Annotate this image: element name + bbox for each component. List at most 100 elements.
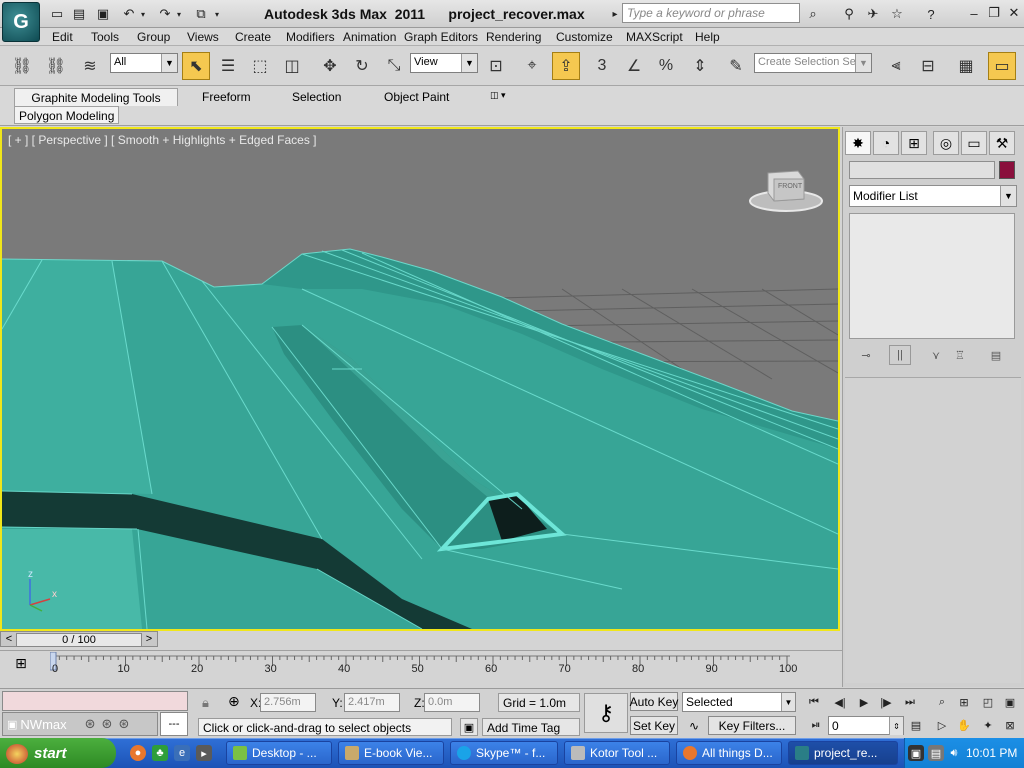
menu-help[interactable]: Help: [695, 30, 720, 44]
graphite-ribbon-toggle-icon[interactable]: ▭: [988, 52, 1016, 80]
remove-modifier-icon[interactable]: ♖: [949, 345, 971, 365]
infocenter-search-input[interactable]: Type a keyword or phrase: [622, 3, 800, 23]
y-coordinate-field[interactable]: 2.417m: [344, 693, 400, 712]
absolute-transform-mode-icon[interactable]: ⊕: [228, 693, 240, 710]
new-file-icon[interactable]: ▭: [48, 5, 66, 23]
taskbar-item-kotor-tool[interactable]: Kotor Tool ...: [564, 741, 670, 765]
object-name-field[interactable]: [849, 161, 995, 179]
ribbon-options-dropdown-icon[interactable]: ◫ ▾: [484, 88, 512, 106]
next-frame-icon[interactable]: >: [142, 631, 156, 647]
x-coordinate-field[interactable]: 2.756m: [260, 693, 316, 712]
make-unique-icon[interactable]: ⋎: [925, 345, 947, 365]
zoom-all-icon[interactable]: ⊞: [954, 693, 974, 711]
spinner-snap-icon[interactable]: ⇕: [686, 52, 714, 80]
viewport-label-menu[interactable]: [ + ] [ Perspective ] [ Smooth + Highlig…: [8, 133, 317, 147]
percent-snap-icon[interactable]: %: [652, 52, 680, 80]
project-folder-icon[interactable]: ⧉: [192, 5, 210, 23]
layer-manager-icon[interactable]: ▦: [952, 52, 980, 80]
menu-rendering[interactable]: Rendering: [486, 30, 541, 44]
play-icon[interactable]: ▶: [854, 693, 874, 711]
redo-dropdown-icon[interactable]: ▾: [174, 5, 184, 23]
menu-modifiers[interactable]: Modifiers: [286, 30, 335, 44]
taskbar-item-desktop[interactable]: Desktop - ...: [226, 741, 332, 765]
taskbar-item-firefox[interactable]: All things D...: [676, 741, 782, 765]
set-key-mode-key-icon[interactable]: ⚷: [584, 693, 628, 733]
select-and-manipulate-icon[interactable]: ⌖: [518, 52, 546, 80]
project-dropdown-icon[interactable]: ▾: [212, 5, 222, 23]
zoom-extents-icon[interactable]: ◰: [978, 693, 998, 711]
select-object-icon[interactable]: ⬉: [182, 52, 210, 80]
media-quicklaunch-icon[interactable]: ▸: [196, 745, 212, 761]
set-key-button[interactable]: Set Key: [630, 716, 678, 735]
ie-quicklaunch-icon[interactable]: e: [174, 745, 190, 761]
pin-stack-icon[interactable]: ⊸: [855, 345, 877, 365]
open-mini-curve-editor-icon[interactable]: ⊞: [10, 654, 32, 672]
menu-animation[interactable]: Animation: [343, 30, 396, 44]
select-and-scale-icon[interactable]: ⤡: [380, 52, 408, 80]
menu-edit[interactable]: Edit: [52, 30, 73, 44]
tab-selection[interactable]: Selection: [286, 88, 347, 106]
taskbar-item-3ds-max[interactable]: project_re...: [788, 741, 898, 765]
create-tab-icon[interactable]: ✸: [845, 131, 871, 155]
reference-coordinate-dropdown[interactable]: View ▼: [410, 53, 478, 73]
bind-to-space-warp-icon[interactable]: ≋: [76, 52, 104, 80]
utilities-tab-icon[interactable]: ⚒: [989, 131, 1015, 155]
taskbar-item-skype[interactable]: Skype™ - f...: [450, 741, 558, 765]
previous-key-icon[interactable]: ◀|: [830, 693, 850, 711]
perspective-viewport[interactable]: [ + ] [ Perspective ] [ Smooth + Highlig…: [0, 127, 840, 631]
select-by-name-icon[interactable]: ☰: [214, 52, 242, 80]
time-configuration-icon[interactable]: ▤: [906, 716, 926, 734]
current-frame-spinner[interactable]: 0 ⇕: [828, 716, 904, 735]
tray-app-icon[interactable]: ▣: [908, 745, 924, 761]
time-tag-icon[interactable]: ▣: [460, 718, 478, 736]
menu-group[interactable]: Group: [137, 30, 170, 44]
help-icon[interactable]: ?: [922, 5, 940, 23]
auto-key-button[interactable]: Auto Key: [630, 692, 678, 711]
named-selection-sets-input[interactable]: Create Selection Se ▼: [754, 53, 872, 73]
configure-modifier-sets-icon[interactable]: ▤: [985, 345, 1007, 365]
modifier-list-dropdown[interactable]: Modifier List ▼: [849, 185, 1017, 207]
clover-quicklaunch-icon[interactable]: ♣: [152, 745, 168, 761]
previous-frame-icon[interactable]: <: [2, 631, 16, 647]
pivot-center-icon[interactable]: ⊡: [482, 52, 510, 80]
align-icon[interactable]: ⊟: [914, 52, 942, 80]
select-and-link-icon[interactable]: ⛓: [8, 52, 36, 80]
unlink-selection-icon[interactable]: ⛓: [42, 52, 70, 80]
modify-tab-icon[interactable]: ◔: [873, 131, 899, 155]
select-and-move-icon[interactable]: ✥: [316, 52, 344, 80]
zoom-extents-all-icon[interactable]: ▣: [1000, 693, 1020, 711]
show-end-result-icon[interactable]: ||: [889, 345, 911, 365]
orbit-icon[interactable]: ✦: [978, 716, 998, 734]
tab-freeform[interactable]: Freeform: [196, 88, 257, 106]
selection-filter-dropdown[interactable]: All ▼: [110, 53, 178, 73]
subscription-icon[interactable]: ⚲: [840, 5, 858, 23]
nwmax-tool-icon-3[interactable]: ⊛: [118, 716, 129, 732]
mirror-icon[interactable]: ⫷: [882, 52, 910, 80]
nwmax-toolbar[interactable]: ▣ NWmax ⊛ ⊛ ⊛: [2, 712, 158, 736]
time-slider-thumb[interactable]: 0 / 100: [16, 633, 142, 647]
pan-view-icon[interactable]: ✋: [954, 716, 974, 734]
minimize-icon[interactable]: –: [966, 5, 982, 21]
z-coordinate-field[interactable]: 0.0m: [424, 693, 480, 712]
redo-icon[interactable]: ↷: [156, 5, 174, 23]
firefox-quicklaunch-icon[interactable]: ●: [130, 745, 146, 761]
favorites-star-icon[interactable]: ☆: [888, 5, 906, 23]
nwmax-dash-field[interactable]: ---: [160, 712, 188, 736]
taskbar-item-ebook-viewer[interactable]: E-book Vie...: [338, 741, 444, 765]
close-icon[interactable]: ✕: [1006, 5, 1022, 21]
selection-lock-icon[interactable]: 🔒︎: [202, 695, 209, 711]
field-of-view-icon[interactable]: ▷: [932, 716, 952, 734]
keyboard-shortcut-override-icon[interactable]: ⇪: [552, 52, 580, 80]
save-file-icon[interactable]: ▣: [94, 5, 112, 23]
zoom-icon[interactable]: ⌕: [932, 693, 952, 711]
viewcube[interactable]: FRONT: [748, 165, 824, 215]
menu-views[interactable]: Views: [187, 30, 219, 44]
menu-graph-editors[interactable]: Graph Editors: [404, 30, 478, 44]
tab-object-paint[interactable]: Object Paint: [378, 88, 455, 106]
object-color-swatch[interactable]: [999, 161, 1015, 179]
ribbon-panel-polygon-modeling[interactable]: Polygon Modeling: [14, 106, 120, 124]
key-filters-button[interactable]: Key Filters...: [708, 716, 796, 735]
select-and-rotate-icon[interactable]: ↻: [348, 52, 376, 80]
network-icon[interactable]: ▤: [928, 745, 944, 761]
maxscript-listener-mini[interactable]: [2, 691, 188, 711]
